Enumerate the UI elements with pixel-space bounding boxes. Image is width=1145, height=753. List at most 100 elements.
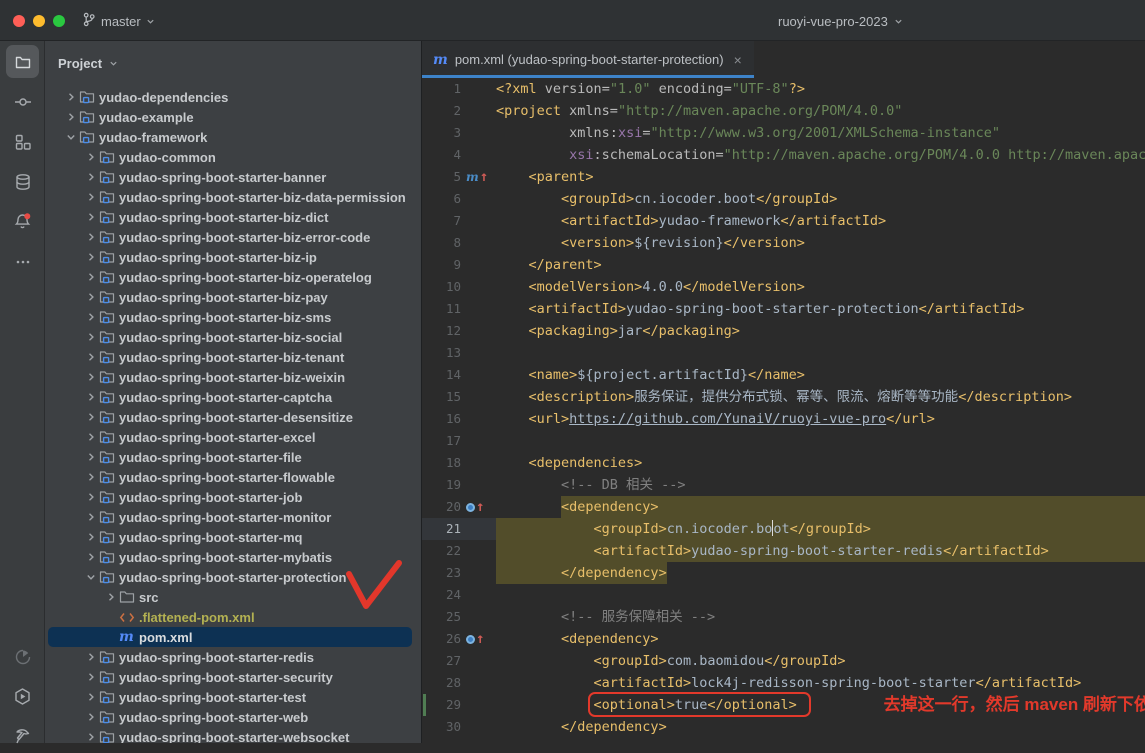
chevron-right-icon[interactable]	[103, 592, 119, 602]
editor-tab-pom-xml[interactable]: m pom.xml (yudao-spring-boot-starter-pro…	[422, 41, 754, 78]
tree-item-yudao-spring-boot-starter-desensitize[interactable]: yudao-spring-boot-starter-desensitize	[45, 407, 421, 427]
tree-item-yudao-spring-boot-starter-biz-data-permission[interactable]: yudao-spring-boot-starter-biz-data-permi…	[45, 187, 421, 207]
chevron-right-icon[interactable]	[83, 292, 99, 302]
tree-item-.flattened-pom.xml[interactable]: .flattened-pom.xml	[45, 607, 421, 627]
chevron-right-icon[interactable]	[83, 712, 99, 722]
tree-item-yudao-spring-boot-starter-biz-dict[interactable]: yudao-spring-boot-starter-biz-dict	[45, 207, 421, 227]
code-line-1[interactable]: 1<?xml version="1.0" encoding="UTF-8"?>	[422, 78, 1145, 100]
chevron-right-icon[interactable]	[83, 652, 99, 662]
code-line-3[interactable]: 3 xmlns:xsi="http://www.w3.org/2001/XMLS…	[422, 122, 1145, 144]
code-line-15[interactable]: 15 <description>服务保证，提供分布式锁、幂等、限流、熔断等等功能…	[422, 386, 1145, 408]
tree-item-yudao-spring-boot-starter-monitor[interactable]: yudao-spring-boot-starter-monitor	[45, 507, 421, 527]
services-play-icon[interactable]	[6, 680, 39, 713]
code-line-19[interactable]: 19 <!-- DB 相关 -->	[422, 474, 1145, 496]
tree-item-yudao-spring-boot-starter-excel[interactable]: yudao-spring-boot-starter-excel	[45, 427, 421, 447]
chevron-right-icon[interactable]	[83, 352, 99, 362]
commit-icon[interactable]	[6, 85, 39, 118]
tree-item-yudao-spring-boot-starter-redis[interactable]: yudao-spring-boot-starter-redis	[45, 647, 421, 667]
tree-item-yudao-spring-boot-starter-file[interactable]: yudao-spring-boot-starter-file	[45, 447, 421, 467]
code-line-2[interactable]: 2<project xmlns="http://maven.apache.org…	[422, 100, 1145, 122]
chevron-right-icon[interactable]	[83, 192, 99, 202]
chevron-right-icon[interactable]	[83, 472, 99, 482]
notifications-bell-icon[interactable]	[6, 205, 39, 238]
code-area[interactable]: 1<?xml version="1.0" encoding="UTF-8"?>2…	[422, 78, 1145, 743]
tree-item-yudao-spring-boot-starter-biz-pay[interactable]: yudao-spring-boot-starter-biz-pay	[45, 287, 421, 307]
more-ellipsis-icon[interactable]	[6, 245, 39, 278]
tree-item-yudao-framework[interactable]: yudao-framework	[45, 127, 421, 147]
tree-item-yudao-spring-boot-starter-protection[interactable]: yudao-spring-boot-starter-protection	[45, 567, 421, 587]
chevron-down-icon[interactable]	[83, 572, 99, 582]
chevron-right-icon[interactable]	[83, 172, 99, 182]
code-line-25[interactable]: 25 <!-- 服务保障相关 -->	[422, 606, 1145, 628]
code-line-24[interactable]: 24	[422, 584, 1145, 606]
tree-item-yudao-spring-boot-starter-banner[interactable]: yudao-spring-boot-starter-banner	[45, 167, 421, 187]
code-line-5[interactable]: 5m↑ <parent>	[422, 166, 1145, 188]
code-line-23[interactable]: 23 </dependency>	[422, 562, 1145, 584]
chevron-right-icon[interactable]	[83, 392, 99, 402]
tree-item-yudao-spring-boot-starter-biz-tenant[interactable]: yudao-spring-boot-starter-biz-tenant	[45, 347, 421, 367]
project-folder-icon[interactable]	[6, 45, 39, 78]
tree-item-yudao-spring-boot-starter-flowable[interactable]: yudao-spring-boot-starter-flowable	[45, 467, 421, 487]
chevron-right-icon[interactable]	[83, 312, 99, 322]
code-line-4[interactable]: 4 xsi:schemaLocation="http://maven.apach…	[422, 144, 1145, 166]
code-line-18[interactable]: 18 <dependencies>	[422, 452, 1145, 474]
chevron-right-icon[interactable]	[83, 452, 99, 462]
profiler-clock-icon[interactable]	[6, 640, 39, 673]
code-line-22[interactable]: 22 <artifactId>yudao-spring-boot-starter…	[422, 540, 1145, 562]
code-line-27[interactable]: 27 <groupId>com.baomidou</groupId>	[422, 650, 1145, 672]
chevron-right-icon[interactable]	[83, 432, 99, 442]
tree-item-yudao-spring-boot-starter-websocket[interactable]: yudao-spring-boot-starter-websocket	[45, 727, 421, 743]
chevron-right-icon[interactable]	[83, 232, 99, 242]
chevron-right-icon[interactable]	[83, 412, 99, 422]
chevron-right-icon[interactable]	[83, 372, 99, 382]
chevron-right-icon[interactable]	[83, 492, 99, 502]
chevron-right-icon[interactable]	[83, 692, 99, 702]
tree-item-yudao-spring-boot-starter-test[interactable]: yudao-spring-boot-starter-test	[45, 687, 421, 707]
tree-item-yudao-spring-boot-starter-biz-error-code[interactable]: yudao-spring-boot-starter-biz-error-code	[45, 227, 421, 247]
tree-item-yudao-spring-boot-starter-biz-sms[interactable]: yudao-spring-boot-starter-biz-sms	[45, 307, 421, 327]
chevron-right-icon[interactable]	[83, 672, 99, 682]
tree-item-yudao-spring-boot-starter-job[interactable]: yudao-spring-boot-starter-job	[45, 487, 421, 507]
chevron-right-icon[interactable]	[83, 532, 99, 542]
code-line-26[interactable]: 26↑ <dependency>	[422, 628, 1145, 650]
tree-item-yudao-spring-boot-starter-biz-ip[interactable]: yudao-spring-boot-starter-biz-ip	[45, 247, 421, 267]
tree-item-yudao-dependencies[interactable]: yudao-dependencies	[45, 87, 421, 107]
tab-close-icon[interactable]: ×	[731, 53, 742, 67]
tree-item-yudao-spring-boot-starter-biz-weixin[interactable]: yudao-spring-boot-starter-biz-weixin	[45, 367, 421, 387]
code-line-8[interactable]: 8 <version>${revision}</version>	[422, 232, 1145, 254]
tree-item-yudao-spring-boot-starter-mybatis[interactable]: yudao-spring-boot-starter-mybatis	[45, 547, 421, 567]
chevron-right-icon[interactable]	[63, 112, 79, 122]
code-line-12[interactable]: 12 <packaging>jar</packaging>	[422, 320, 1145, 342]
code-line-6[interactable]: 6 <groupId>cn.iocoder.boot</groupId>	[422, 188, 1145, 210]
code-line-13[interactable]: 13	[422, 342, 1145, 364]
code-line-20[interactable]: 20↑ <dependency>	[422, 496, 1145, 518]
tree-item-yudao-spring-boot-starter-mq[interactable]: yudao-spring-boot-starter-mq	[45, 527, 421, 547]
chevron-right-icon[interactable]	[83, 252, 99, 262]
minimize-window-button[interactable]	[33, 15, 45, 27]
maximize-window-button[interactable]	[53, 15, 65, 27]
code-line-21[interactable]: 21 <groupId>cn.iocoder.boot</groupId>	[422, 518, 1145, 540]
tree-item-yudao-spring-boot-starter-biz-operatelog[interactable]: yudao-spring-boot-starter-biz-operatelog	[45, 267, 421, 287]
database-icon[interactable]	[6, 165, 39, 198]
chevron-right-icon[interactable]	[83, 332, 99, 342]
tree-item-yudao-spring-boot-starter-biz-social[interactable]: yudao-spring-boot-starter-biz-social	[45, 327, 421, 347]
code-line-11[interactable]: 11 <artifactId>yudao-spring-boot-starter…	[422, 298, 1145, 320]
chevron-down-icon[interactable]	[63, 132, 79, 142]
code-line-16[interactable]: 16 <url>https://github.com/YunaiV/ruoyi-…	[422, 408, 1145, 430]
chevron-right-icon[interactable]	[83, 272, 99, 282]
maven-dep-gutter-icon[interactable]: ↑	[466, 630, 484, 648]
tree-item-pom.xml[interactable]: mpom.xml	[45, 627, 421, 647]
chevron-right-icon[interactable]	[63, 92, 79, 102]
tree-item-yudao-spring-boot-starter-captcha[interactable]: yudao-spring-boot-starter-captcha	[45, 387, 421, 407]
close-window-button[interactable]	[13, 15, 25, 27]
code-line-30[interactable]: 30 </dependency>	[422, 716, 1145, 738]
structure-icon[interactable]	[6, 125, 39, 158]
code-line-17[interactable]: 17	[422, 430, 1145, 452]
code-line-7[interactable]: 7 <artifactId>yudao-framework</artifactI…	[422, 210, 1145, 232]
tree-item-yudao-spring-boot-starter-web[interactable]: yudao-spring-boot-starter-web	[45, 707, 421, 727]
chevron-right-icon[interactable]	[83, 552, 99, 562]
git-branch-widget[interactable]: master	[82, 10, 155, 32]
maven-parent-gutter-icon[interactable]: m↑	[466, 168, 488, 186]
tree-item-src[interactable]: src	[45, 587, 421, 607]
chevron-right-icon[interactable]	[83, 152, 99, 162]
